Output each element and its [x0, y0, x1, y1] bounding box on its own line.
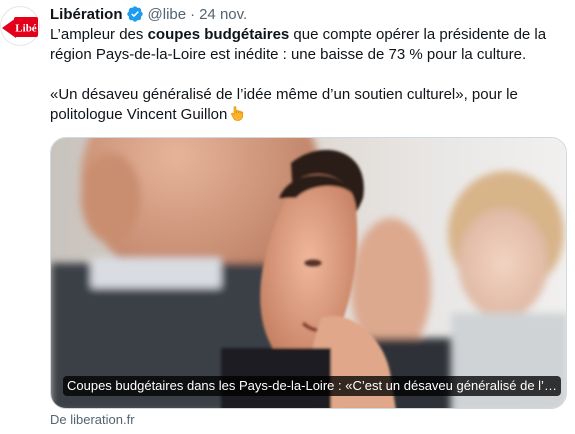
author-name[interactable]: Libération: [50, 6, 123, 23]
tweet-paragraph-1: L’ampleur des coupes budgétaires que com…: [50, 25, 565, 65]
author-handle[interactable]: @libe: [148, 6, 187, 23]
link-source[interactable]: De liberation.fr: [50, 412, 135, 427]
press-photo[interactable]: [51, 138, 566, 408]
tweet-text-part: L’ampleur des: [50, 26, 148, 43]
tweet-paragraph-2: «Un désaveu généralisé de l’idée même d’…: [50, 85, 565, 125]
link-card-caption[interactable]: Coupes budgétaires dans les Pays-de-la-L…: [63, 376, 561, 396]
tweet: Libé Libération @libe · 24 nov. L’ampleu…: [0, 0, 575, 434]
tweet-text-bold: coupes budgétaires: [147, 26, 290, 43]
avatar-logo-text: Libé: [15, 23, 37, 35]
link-card[interactable]: Coupes budgétaires dans les Pays-de-la-L…: [50, 137, 567, 409]
tweet-header: Libération @libe · 24 nov.: [50, 4, 247, 24]
header-separator: ·: [190, 5, 196, 23]
verified-badge-icon[interactable]: [126, 5, 144, 23]
tweet-text: L’ampleur des coupes budgétaires que com…: [50, 25, 565, 125]
tweet-date[interactable]: 24 nov.: [199, 6, 247, 23]
pointing-down-hand-icon: [229, 105, 245, 121]
liberation-logo-icon[interactable]: Libé: [0, 6, 40, 46]
tweet-quote-text: «Un désaveu généralisé de l’idée même d’…: [50, 86, 518, 123]
